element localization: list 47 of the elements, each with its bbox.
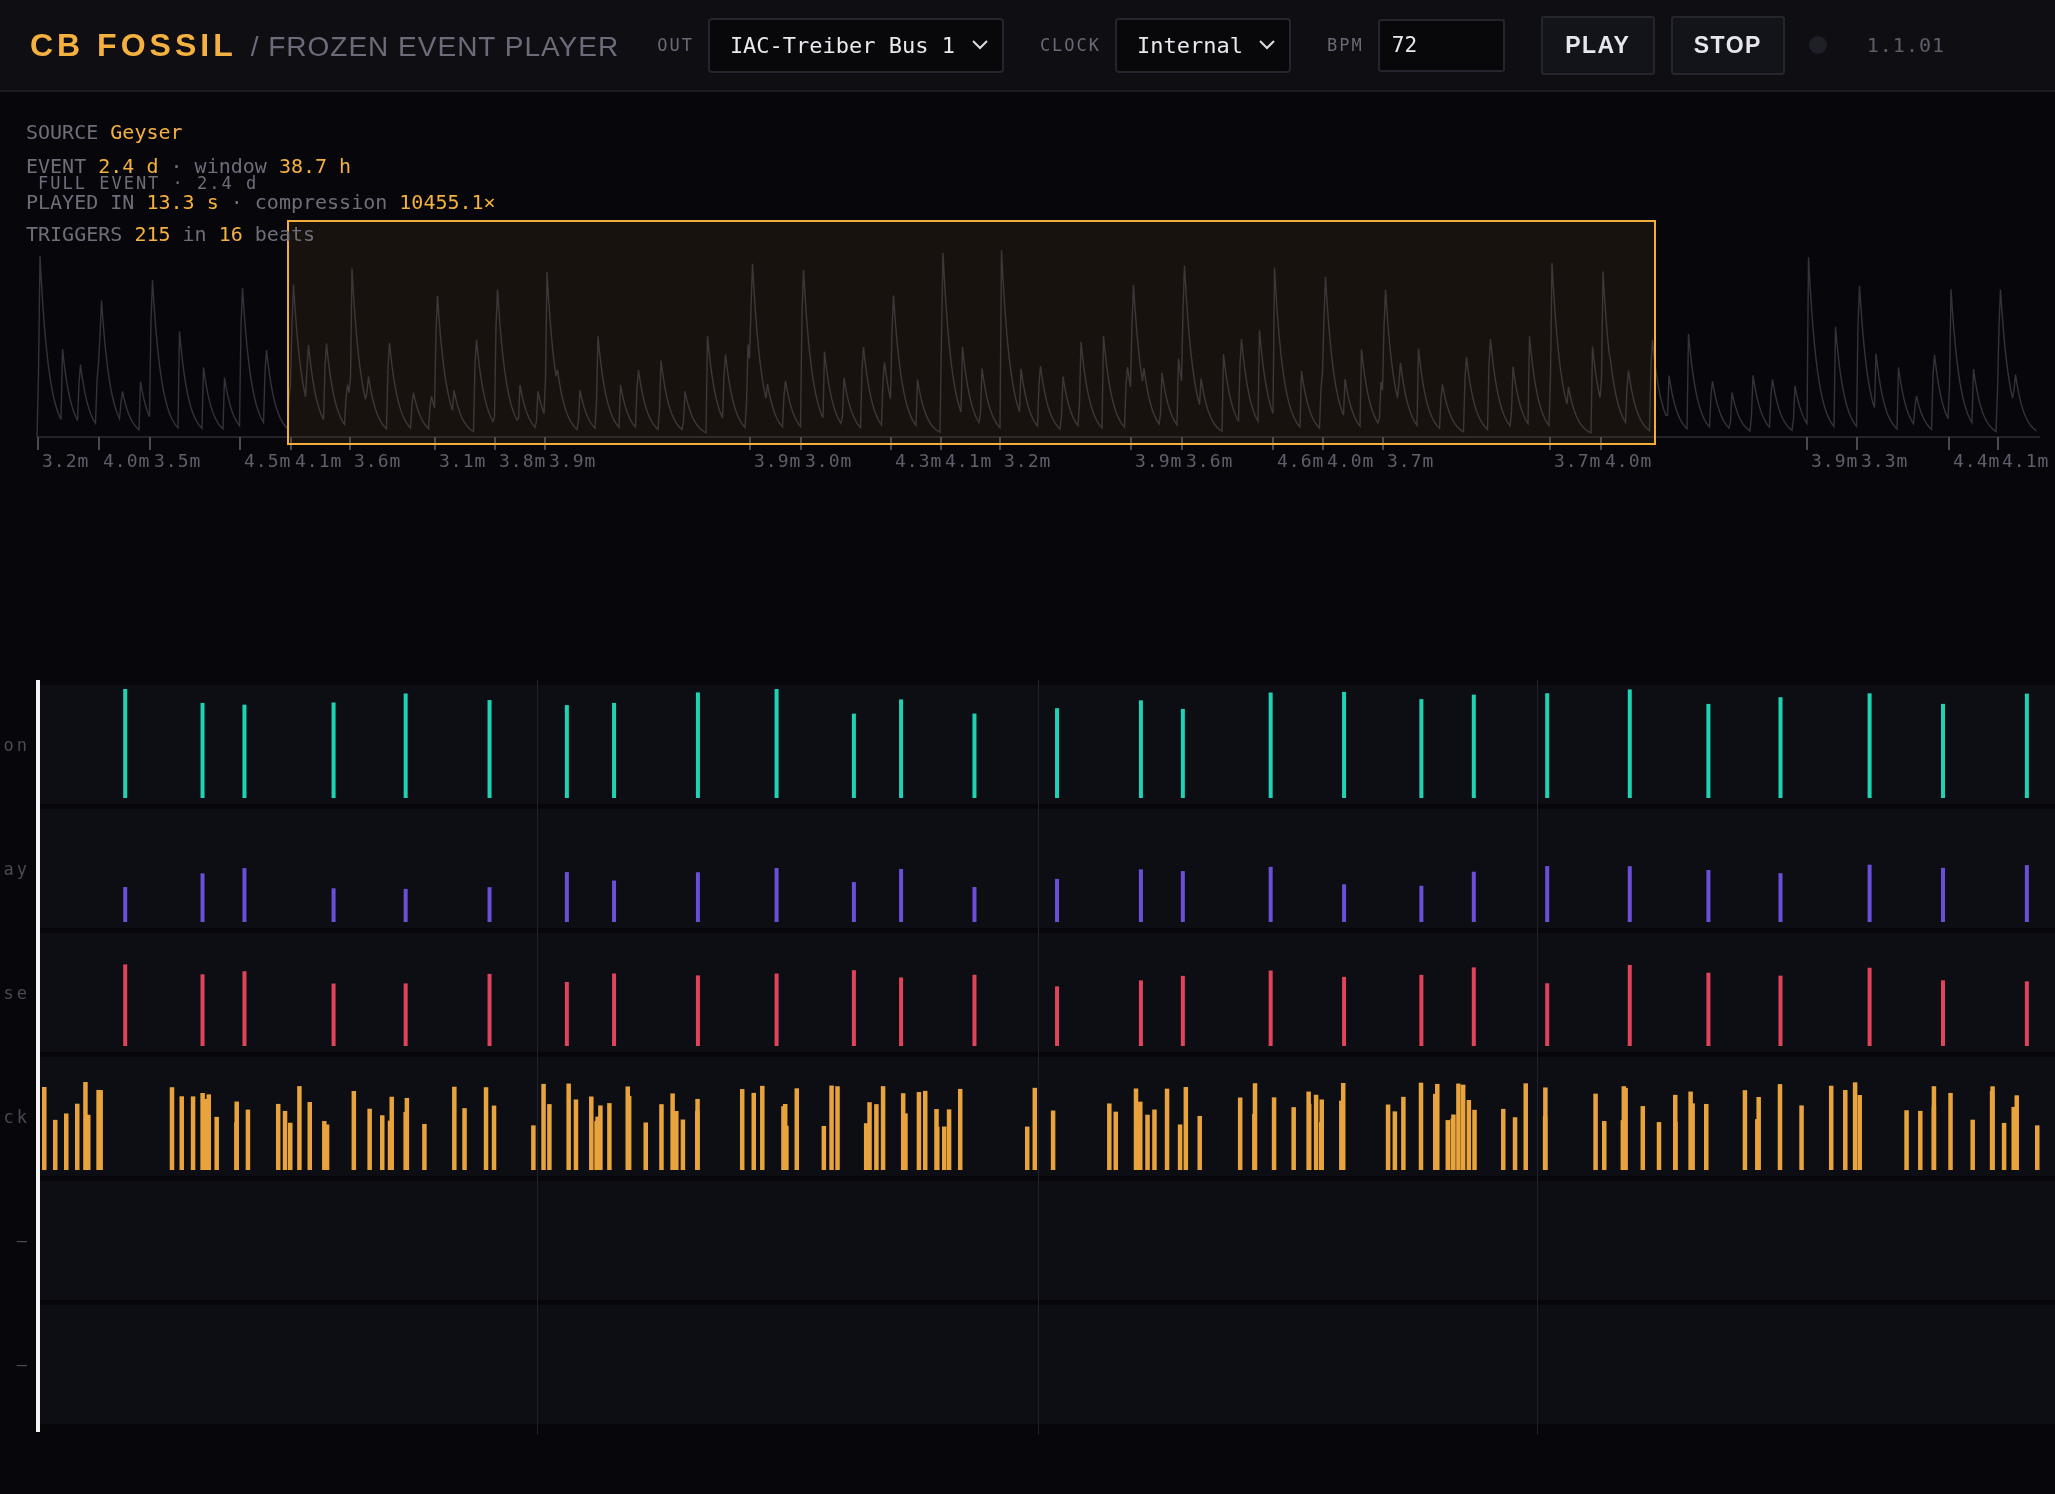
transport-button[interactable]: PLAY <box>1540 15 1655 75</box>
tick-label: 3.9m <box>1135 450 1183 471</box>
tick-label: 4.0m <box>1327 450 1375 471</box>
chevron-icon <box>1259 40 1276 50</box>
clock-label: CLOCK <box>1039 35 1102 55</box>
tick-label: 3.6m <box>354 450 402 471</box>
tick-label: 3.7m <box>1554 450 1602 471</box>
lane-label: ck <box>2 1106 30 1127</box>
lane-label: – <box>15 1230 30 1251</box>
tick-label: 4.3m <box>895 450 943 471</box>
transport-button[interactable]: STOP <box>1670 15 1785 75</box>
output-label: OUT <box>657 35 694 55</box>
tick-label: 4.0m <box>1605 450 1653 471</box>
lane-label: – <box>15 1354 30 1375</box>
info-line: PLAYED IN 13.3 s · compression 10455.1× <box>26 190 496 214</box>
tick-label: 3.1m <box>439 450 487 471</box>
tick-label: 4.0m <box>103 450 151 471</box>
tick-label: 4.4m <box>1953 450 2001 471</box>
lane-label: se <box>2 982 30 1003</box>
tick-label: 3.7m <box>1387 450 1435 471</box>
tick-label: 3.2m <box>1004 450 1052 471</box>
lane-label: ay <box>2 858 30 879</box>
bpm-input[interactable]: 72 <box>1377 18 1505 72</box>
brand-name: CB FOSSIL <box>30 26 237 64</box>
tick-label: 3.8m <box>499 450 547 471</box>
chevron-icon <box>971 40 988 50</box>
info-line: FULL EVENT · 2.4 d <box>38 175 260 192</box>
tick-label: 3.6m <box>1186 450 1234 471</box>
tick-label: 4.1m <box>295 450 343 471</box>
tick-label: 4.5m <box>244 450 292 471</box>
tick-label: 3.0m <box>805 450 853 471</box>
tick-label: 3.3m <box>1861 450 1909 471</box>
output-select[interactable]: IAC-Treiber Bus 1 <box>707 17 1004 73</box>
clock-select[interactable]: Internal <box>1115 17 1292 73</box>
bpm-label: BPM <box>1327 35 1364 55</box>
tick-label: 3.5m <box>154 450 202 471</box>
app-title: / FROZEN EVENT PLAYER <box>250 30 620 63</box>
position-readout: 1.1.01 <box>1866 33 1946 57</box>
tick-label: 4.1m <box>945 450 993 471</box>
tick-label: 3.9m <box>754 450 802 471</box>
info-line: SOURCE Geyser <box>26 120 184 144</box>
lane-label: on <box>2 734 30 755</box>
tick-label: 3.9m <box>1811 450 1859 471</box>
tick-label: 4.6m <box>1277 450 1325 471</box>
tick-label: 4.1m <box>2002 450 2050 471</box>
tick-label: 3.2m <box>42 450 90 471</box>
tick-label: 3.9m <box>549 450 597 471</box>
